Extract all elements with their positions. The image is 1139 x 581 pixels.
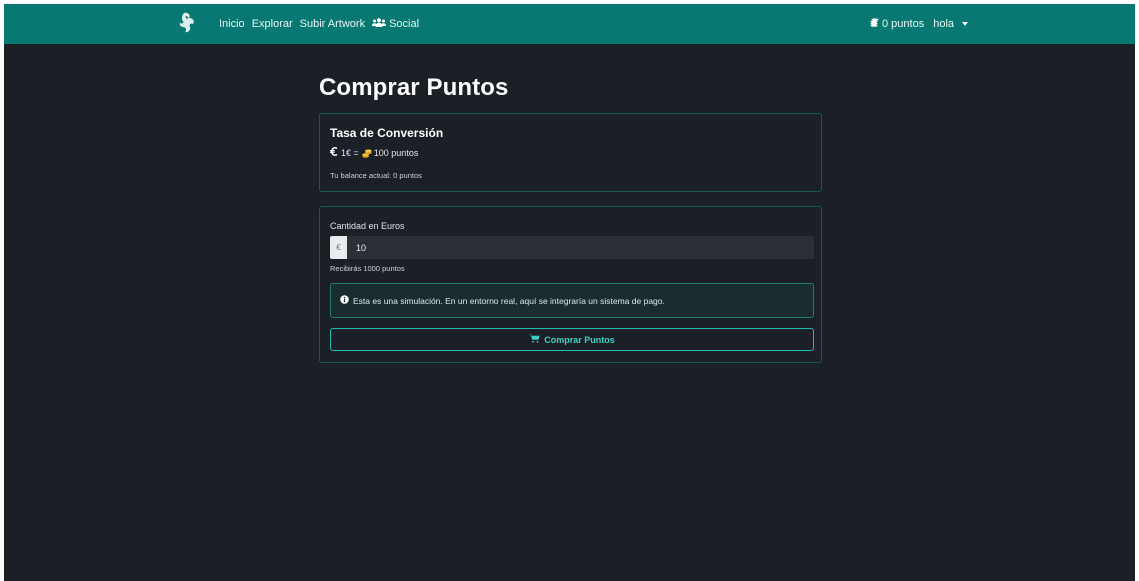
nav-link-inicio[interactable]: Inicio (219, 18, 245, 30)
user-menu-label: hola (933, 18, 954, 30)
conversion-rate-line: 1€ = 100 puntos (330, 147, 418, 158)
amount-label: Cantidad en Euros (330, 221, 405, 231)
conversion-rate-title: Tasa de Conversión (330, 126, 444, 140)
points-balance-label: 0 puntos (882, 18, 925, 30)
amount-input[interactable] (347, 236, 814, 259)
navbar: Inicio Explorar Subir Artwork Social 0 p… (4, 4, 1135, 44)
chevron-down-icon (962, 22, 968, 26)
conversion-rate-right: 100 puntos (373, 147, 419, 158)
page-title: Comprar Puntos (319, 74, 509, 101)
nav-link-social[interactable]: Social (372, 18, 419, 30)
coins-icon (870, 18, 879, 30)
users-icon (372, 18, 387, 30)
purchase-form-card: Cantidad en Euros € Recibirás 1000 punto… (319, 206, 822, 363)
shopping-cart-icon (529, 334, 540, 345)
user-menu-dropdown[interactable]: hola (933, 18, 968, 30)
nav-link-subir-artwork[interactable]: Subir Artwork (300, 18, 365, 30)
nav-link-social-label: Social (389, 18, 420, 30)
conversion-rate-card: Tasa de Conversión 1€ = 100 puntos Tu ba… (319, 113, 822, 192)
info-circle-icon (340, 295, 349, 306)
euro-icon (330, 147, 338, 158)
coins-emoji-icon (361, 149, 372, 158)
app-frame: Inicio Explorar Subir Artwork Social 0 p… (4, 4, 1135, 581)
current-balance-text: Tu balance actual: 0 puntos (330, 171, 422, 180)
dragon-logo-icon[interactable] (178, 12, 196, 34)
points-balance-link[interactable]: 0 puntos (870, 18, 924, 30)
points-to-receive-text: Recibirás 1000 puntos (330, 264, 405, 273)
currency-addon: € (330, 236, 347, 259)
nav-right: 0 puntos hola (870, 4, 968, 44)
conversion-rate-left: 1€ = (341, 147, 359, 158)
amount-input-group: € (330, 236, 814, 259)
nav-link-explorar[interactable]: Explorar (252, 18, 293, 30)
buy-points-button[interactable]: Comprar Puntos (330, 328, 814, 351)
simulation-notice-alert: Esta es una simulación. En un entorno re… (330, 283, 814, 318)
simulation-notice-text: Esta es una simulación. En un entorno re… (353, 295, 665, 306)
nav-links: Inicio Explorar Subir Artwork Social (219, 4, 419, 44)
buy-points-label: Comprar Puntos (544, 334, 615, 345)
